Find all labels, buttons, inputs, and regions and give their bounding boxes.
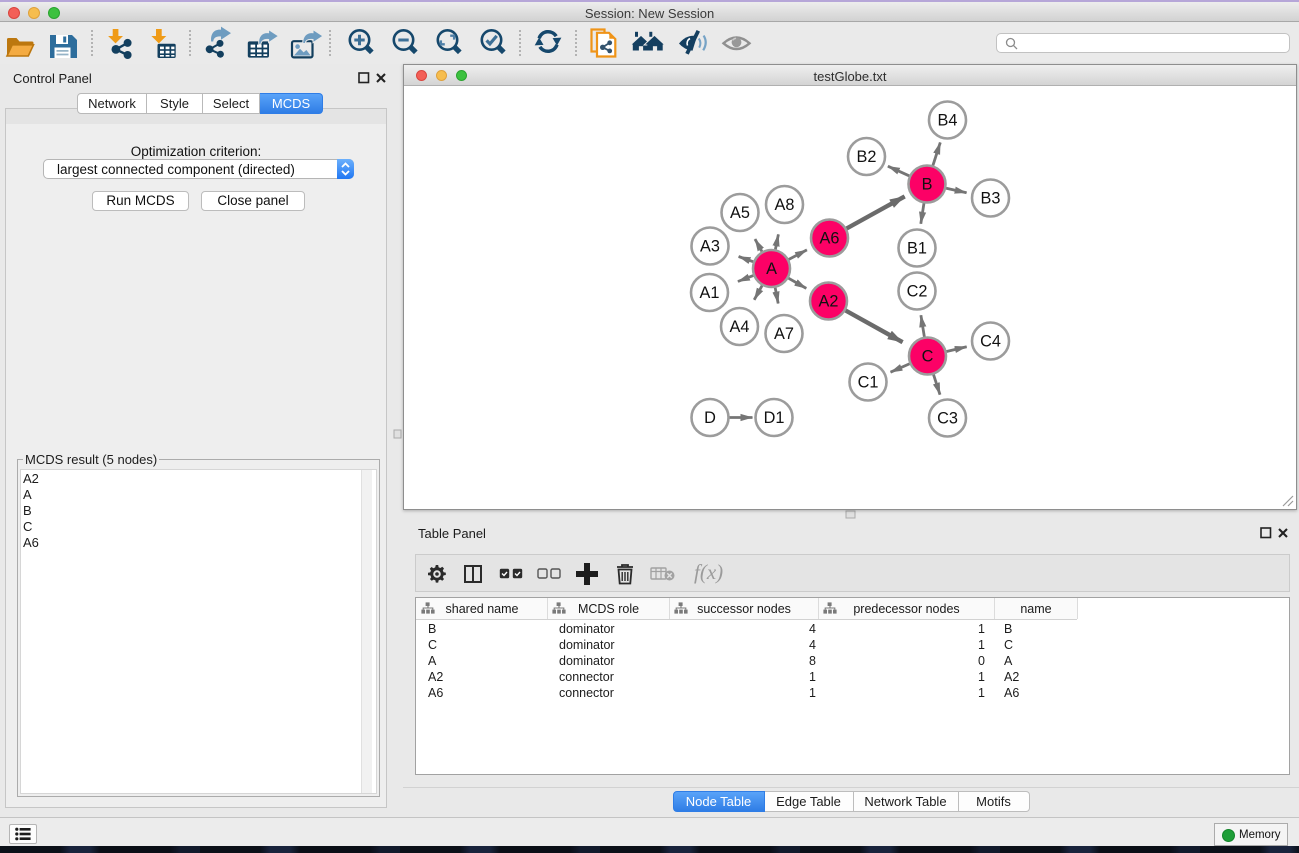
svg-text:C3: C3 — [937, 410, 958, 428]
svg-text:C4: C4 — [980, 333, 1001, 351]
svg-text:A: A — [766, 260, 777, 278]
svg-text:A5: A5 — [730, 204, 750, 222]
svg-text:B: B — [922, 176, 933, 194]
svg-text:A8: A8 — [775, 196, 795, 214]
svg-text:A6: A6 — [820, 230, 840, 248]
svg-text:D1: D1 — [764, 409, 785, 427]
svg-text:A4: A4 — [730, 318, 750, 336]
svg-text:A2: A2 — [819, 293, 839, 311]
svg-text:A3: A3 — [700, 238, 720, 256]
svg-text:D: D — [704, 409, 716, 427]
svg-text:A1: A1 — [700, 284, 720, 302]
svg-text:B2: B2 — [857, 148, 877, 166]
svg-text:C1: C1 — [858, 374, 879, 392]
svg-text:A7: A7 — [774, 325, 794, 343]
svg-text:C: C — [922, 348, 934, 366]
svg-text:B4: B4 — [938, 112, 958, 130]
svg-text:B3: B3 — [981, 190, 1001, 208]
svg-text:B1: B1 — [907, 240, 927, 258]
svg-text:C2: C2 — [907, 283, 928, 301]
